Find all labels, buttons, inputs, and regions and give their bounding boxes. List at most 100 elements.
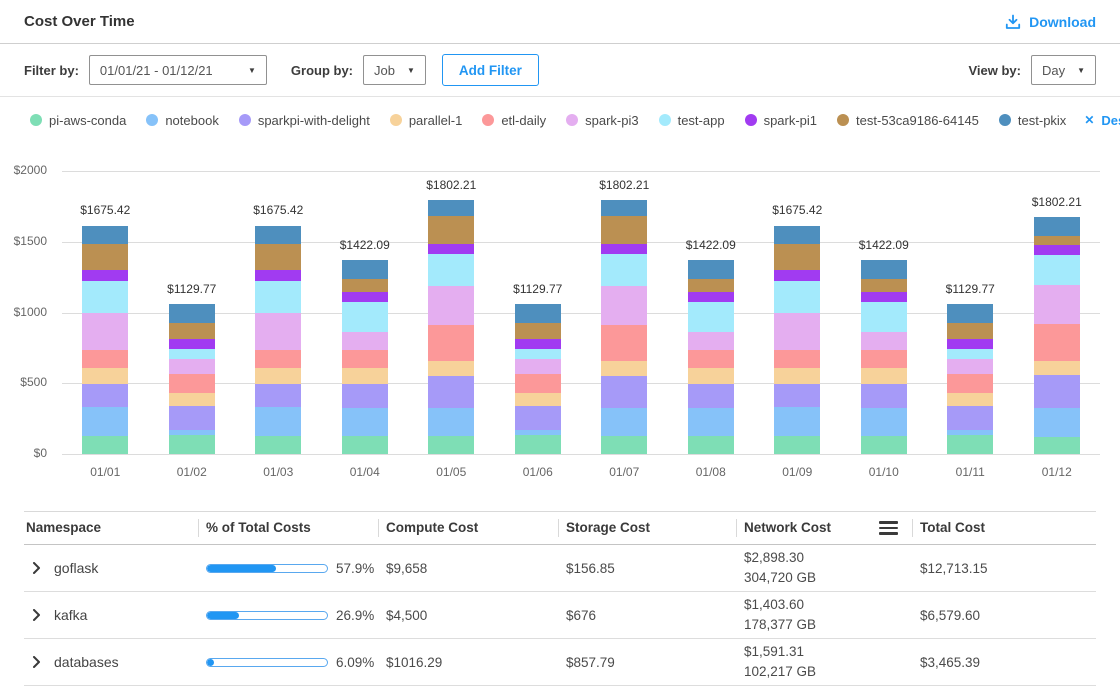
col-header-storage[interactable]: Storage Cost [558, 518, 736, 538]
bar-segment-etl-daily [428, 325, 474, 362]
gridline [62, 383, 1100, 384]
bar-segment-test-pkix [688, 260, 734, 278]
bar-segment-spark-pi1 [601, 244, 647, 255]
bar-segment-etl-daily [255, 350, 301, 368]
bar-total-label: $1675.42 [752, 203, 842, 217]
legend-swatch-icon [239, 114, 251, 126]
total-cost-cell: $12,713.15 [912, 561, 1096, 576]
page-title: Cost Over Time [24, 13, 135, 30]
filter-toolbar: Filter by: 01/01/21 - 01/12/21 ▼ Group b… [0, 44, 1120, 97]
bar-segment-etl-daily [774, 350, 820, 368]
legend-item-spark-pi3[interactable]: spark-pi3 [566, 113, 638, 128]
bar-segment-etl-daily [688, 350, 734, 368]
bar-segment-notebook [342, 408, 388, 436]
bar-segment-test-pkix [428, 200, 474, 217]
bar-segment-etl-daily [601, 325, 647, 362]
bar-segment-test-53ca9186-64145 [515, 323, 561, 339]
x-tick-label: 01/07 [589, 465, 659, 479]
bar-total-label: $1802.21 [579, 178, 669, 192]
legend-swatch-icon [999, 114, 1011, 126]
date-range-select[interactable]: 01/01/21 - 01/12/21 ▼ [89, 55, 267, 85]
bar-segment-test-app [515, 349, 561, 358]
bar-segment-pi-aws-conda [688, 436, 734, 454]
bar-total-label: $1129.77 [147, 282, 237, 296]
expand-chevron-icon[interactable] [32, 609, 41, 621]
table-header-row: Namespace % of Total Costs Compute Cost … [24, 511, 1096, 545]
legend-item-test-53ca9186-64145[interactable]: test-53ca9186-64145 [837, 113, 979, 128]
legend-item-spark-pi1[interactable]: spark-pi1 [745, 113, 817, 128]
namespace-cell: databases [24, 654, 198, 670]
total-cost-cell: $3,465.39 [912, 655, 1096, 670]
y-tick-label: $2000 [0, 163, 47, 177]
bar-segment-parallel-1 [861, 368, 907, 384]
download-icon [1005, 14, 1021, 30]
bar-segment-sparkpi-with-delight [515, 406, 561, 430]
bar-segment-notebook [428, 408, 474, 436]
col-header-namespace[interactable]: Namespace [24, 518, 198, 538]
legend-item-etl-daily[interactable]: etl-daily [482, 113, 546, 128]
deselect-all-button[interactable]: ✕ Deselect All [1084, 113, 1120, 128]
col-header-compute[interactable]: Compute Cost [378, 518, 558, 538]
download-button[interactable]: Download [1005, 14, 1096, 30]
bar-total-label: $1422.09 [839, 238, 929, 252]
bar-segment-sparkpi-with-delight [774, 384, 820, 408]
legend-item-sparkpi-with-delight[interactable]: sparkpi-with-delight [239, 113, 370, 128]
network-cost-header-label: Network Cost [744, 518, 831, 538]
x-tick-label: 01/08 [676, 465, 746, 479]
view-by-select[interactable]: Day ▼ [1031, 55, 1096, 85]
bar-01/04 [342, 260, 388, 454]
bar-segment-pi-aws-conda [861, 436, 907, 454]
x-tick-label: 01/04 [330, 465, 400, 479]
bar-segment-sparkpi-with-delight [255, 384, 301, 408]
bar-segment-spark-pi3 [947, 359, 993, 375]
bar-segment-test-pkix [169, 304, 215, 323]
bar-segment-etl-daily [82, 350, 128, 368]
legend-item-test-app[interactable]: test-app [659, 113, 725, 128]
percent-label: 26.9% [336, 608, 374, 623]
chevron-down-icon: ▼ [248, 66, 256, 75]
legend-swatch-icon [390, 114, 402, 126]
bar-segment-spark-pi1 [947, 339, 993, 350]
expand-chevron-icon[interactable] [32, 562, 41, 574]
col-header-network[interactable]: Network Cost [736, 518, 912, 538]
namespace-cell: goflask [24, 560, 198, 576]
namespace-cell: kafka [24, 607, 198, 623]
expand-chevron-icon[interactable] [32, 656, 41, 668]
legend-item-test-pkix[interactable]: test-pkix [999, 113, 1066, 128]
bar-total-label: $1675.42 [60, 203, 150, 217]
bar-segment-etl-daily [169, 374, 215, 392]
legend-swatch-icon [146, 114, 158, 126]
x-tick-label: 01/12 [1022, 465, 1092, 479]
menu-icon[interactable] [879, 521, 898, 535]
bar-segment-notebook [255, 407, 301, 436]
percent-progress-fill [207, 565, 276, 572]
bar-segment-parallel-1 [255, 368, 301, 384]
bar-segment-parallel-1 [428, 361, 474, 375]
bar-segment-spark-pi3 [774, 313, 820, 350]
legend-swatch-icon [837, 114, 849, 126]
legend-item-notebook[interactable]: notebook [146, 113, 219, 128]
bar-segment-notebook [861, 408, 907, 436]
bar-total-label: $1422.09 [666, 238, 756, 252]
bar-segment-pi-aws-conda [947, 435, 993, 454]
bar-01/09 [774, 226, 820, 454]
x-tick-label: 01/06 [503, 465, 573, 479]
bar-01/11 [947, 304, 993, 454]
percent-label: 57.9% [336, 561, 374, 576]
bar-segment-spark-pi1 [861, 292, 907, 302]
percent-progress-bar [206, 564, 328, 573]
legend-item-pi-aws-conda[interactable]: pi-aws-conda [30, 113, 126, 128]
add-filter-button[interactable]: Add Filter [442, 54, 539, 86]
x-tick-label: 01/05 [416, 465, 486, 479]
col-header-percent[interactable]: % of Total Costs [198, 518, 378, 538]
bar-segment-notebook [688, 408, 734, 436]
group-by-select[interactable]: Job ▼ [363, 55, 426, 85]
bar-segment-test-app [1034, 255, 1080, 285]
bar-segment-spark-pi3 [428, 286, 474, 325]
col-header-total[interactable]: Total Cost [912, 518, 1096, 538]
bar-segment-etl-daily [861, 350, 907, 368]
bar-segment-sparkpi-with-delight [947, 406, 993, 430]
legend-item-parallel-1[interactable]: parallel-1 [390, 113, 462, 128]
bar-segment-etl-daily [1034, 324, 1080, 361]
bar-segment-spark-pi1 [515, 339, 561, 350]
